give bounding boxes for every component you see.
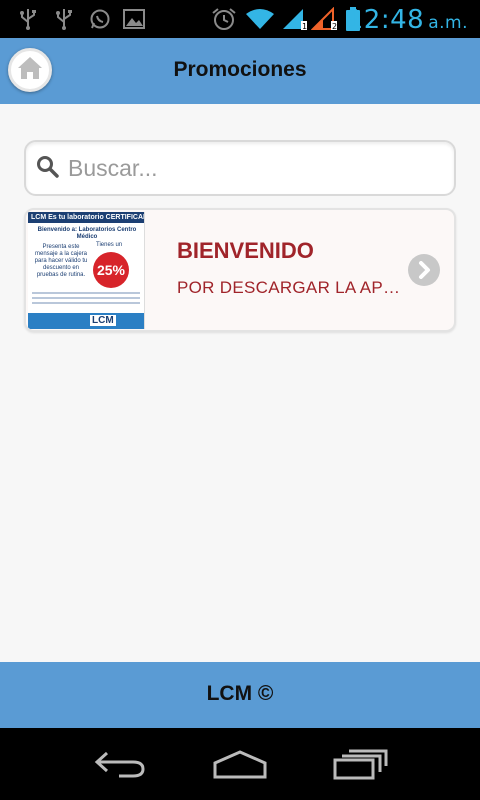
promo-description: POR DESCARGAR LA APP... — [177, 278, 402, 297]
promo-list-item[interactable]: LCM Es tu laboratorio CERTIFICADO Bienve… — [24, 208, 456, 332]
main-content: LCM Es tu laboratorio CERTIFICADO Bienve… — [0, 104, 480, 662]
signal-2-icon: 2 — [310, 7, 338, 31]
search-icon — [36, 155, 60, 179]
svg-text:2: 2 — [332, 22, 337, 31]
search-box[interactable] — [24, 140, 456, 196]
usb-icon — [16, 8, 40, 30]
page-title: Promociones — [173, 58, 307, 81]
status-bar: 1 2 12:48 a.m. — [0, 0, 480, 38]
app-header: Promociones — [0, 38, 480, 104]
lcm-logo: LCM — [90, 315, 116, 326]
thumbnail-footer — [28, 313, 144, 329]
home-nav-icon[interactable] — [210, 746, 270, 782]
image-icon — [122, 8, 146, 30]
signal-1-icon: 1 — [280, 8, 308, 31]
svg-text:1: 1 — [302, 22, 307, 31]
alarm-icon — [210, 8, 238, 30]
wifi-icon — [244, 8, 276, 30]
thumbnail-body: Presenta este mensaje a la cajera para h… — [34, 244, 88, 278]
footer-text: LCM © — [206, 682, 274, 705]
thumbnail-offer-label: Tienes un — [96, 242, 123, 248]
discount-badge: 25% — [93, 252, 129, 288]
app-footer: LCM © — [0, 662, 480, 728]
clock-time: 12:48 — [346, 5, 425, 35]
thumbnail-divider — [32, 297, 140, 299]
chevron-right-icon[interactable] — [408, 254, 440, 286]
usb-icon — [52, 8, 76, 30]
recent-apps-icon[interactable] — [330, 746, 390, 782]
back-icon[interactable] — [90, 746, 150, 782]
clock-ampm: a.m. — [428, 13, 468, 33]
whatsapp-icon — [88, 8, 112, 30]
promo-thumbnail: LCM Es tu laboratorio CERTIFICADO Bienve… — [28, 212, 145, 329]
thumbnail-header: LCM Es tu laboratorio CERTIFICADO — [28, 212, 144, 223]
thumbnail-divider — [32, 302, 140, 304]
search-input[interactable] — [68, 148, 438, 188]
system-navbar — [0, 728, 480, 800]
promo-title: BIENVENIDO — [177, 238, 314, 263]
thumbnail-greeting: Bienvenido a: Laboratorios Centro Médico — [37, 227, 137, 240]
clock: 12:48 a.m. — [347, 5, 468, 35]
thumbnail-divider — [32, 292, 140, 294]
